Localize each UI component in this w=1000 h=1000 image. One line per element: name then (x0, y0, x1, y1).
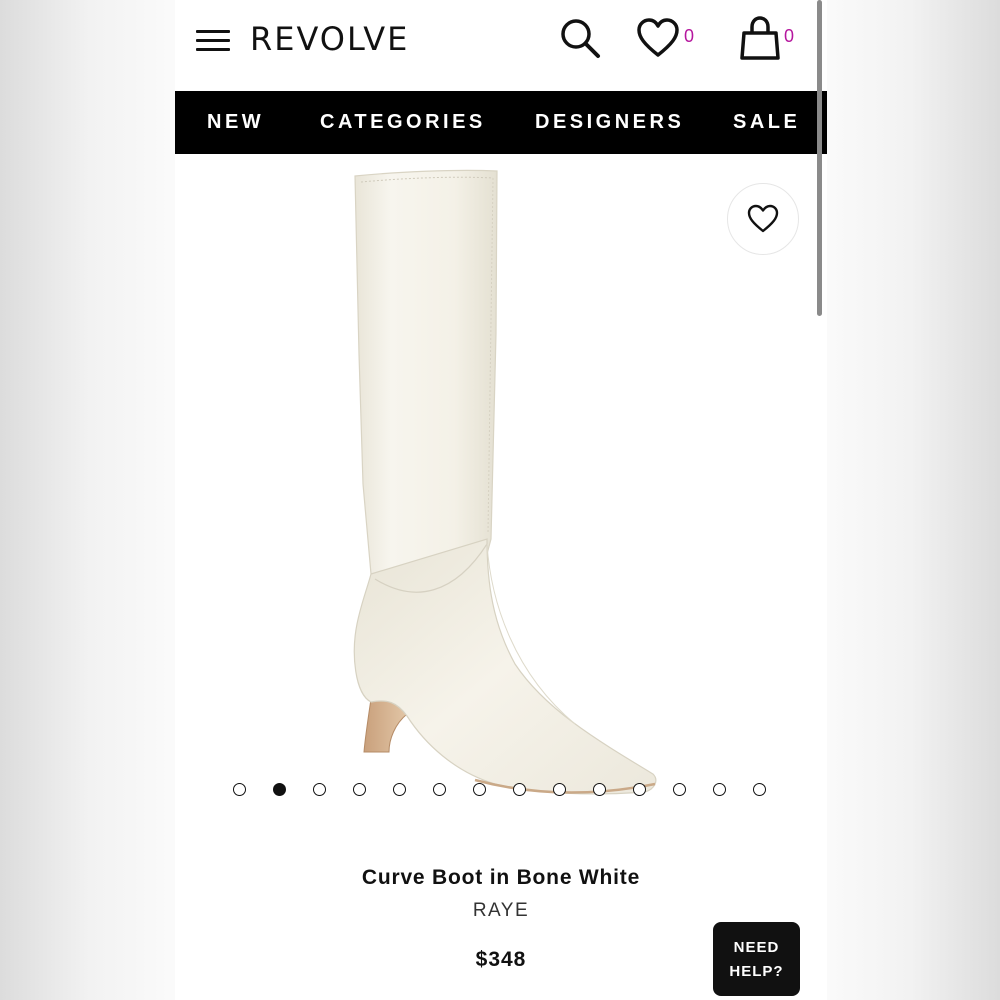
nav-designers[interactable]: DESIGNERS (535, 111, 684, 134)
carousel-dot[interactable] (553, 783, 566, 796)
carousel-dot[interactable] (473, 783, 486, 796)
need-help-button[interactable]: NEED HELP? (713, 922, 800, 996)
need-help-line2: HELP? (729, 963, 784, 980)
carousel-dot[interactable] (633, 783, 646, 796)
scrollbar[interactable] (817, 0, 822, 316)
carousel-dot[interactable] (673, 783, 686, 796)
nav-new[interactable]: NEW (207, 111, 264, 134)
need-help-line1: NEED (733, 939, 780, 956)
revolve-logo[interactable]: REVOLVE (250, 20, 409, 58)
carousel-dot[interactable] (233, 783, 246, 796)
carousel-dot[interactable] (353, 783, 366, 796)
favorite-heart-icon (747, 204, 779, 233)
add-to-favorites-button[interactable] (727, 183, 799, 255)
heart-icon[interactable] (636, 18, 680, 58)
menu-icon[interactable] (196, 30, 231, 52)
product-name: Curve Boot in Bone White (361, 866, 641, 889)
brand-name[interactable]: RAYE (175, 900, 827, 922)
carousel-dots (233, 783, 773, 799)
phone-screen: REVOLVE 0 0 NEW CATEGORIES DESIGNERS SAL… (175, 0, 827, 1000)
carousel-dot[interactable] (593, 783, 606, 796)
category-nav: NEW CATEGORIES DESIGNERS SALE (175, 91, 827, 154)
product-image[interactable] (175, 154, 827, 804)
nav-sale[interactable]: SALE (733, 111, 800, 134)
carousel-dot[interactable] (393, 783, 406, 796)
nav-categories[interactable]: CATEGORIES (320, 111, 486, 134)
carousel-dot[interactable] (313, 783, 326, 796)
search-icon[interactable] (558, 16, 602, 60)
carousel-dot[interactable] (513, 783, 526, 796)
carousel-dot[interactable] (433, 783, 446, 796)
carousel-dot[interactable] (753, 783, 766, 796)
bag-count: 0 (784, 26, 795, 46)
shopping-bag-icon[interactable] (738, 16, 782, 60)
carousel-dot-active[interactable] (273, 783, 286, 796)
wishlist-count: 0 (684, 26, 695, 46)
header: REVOLVE 0 0 (175, 0, 827, 91)
carousel-dot[interactable] (713, 783, 726, 796)
